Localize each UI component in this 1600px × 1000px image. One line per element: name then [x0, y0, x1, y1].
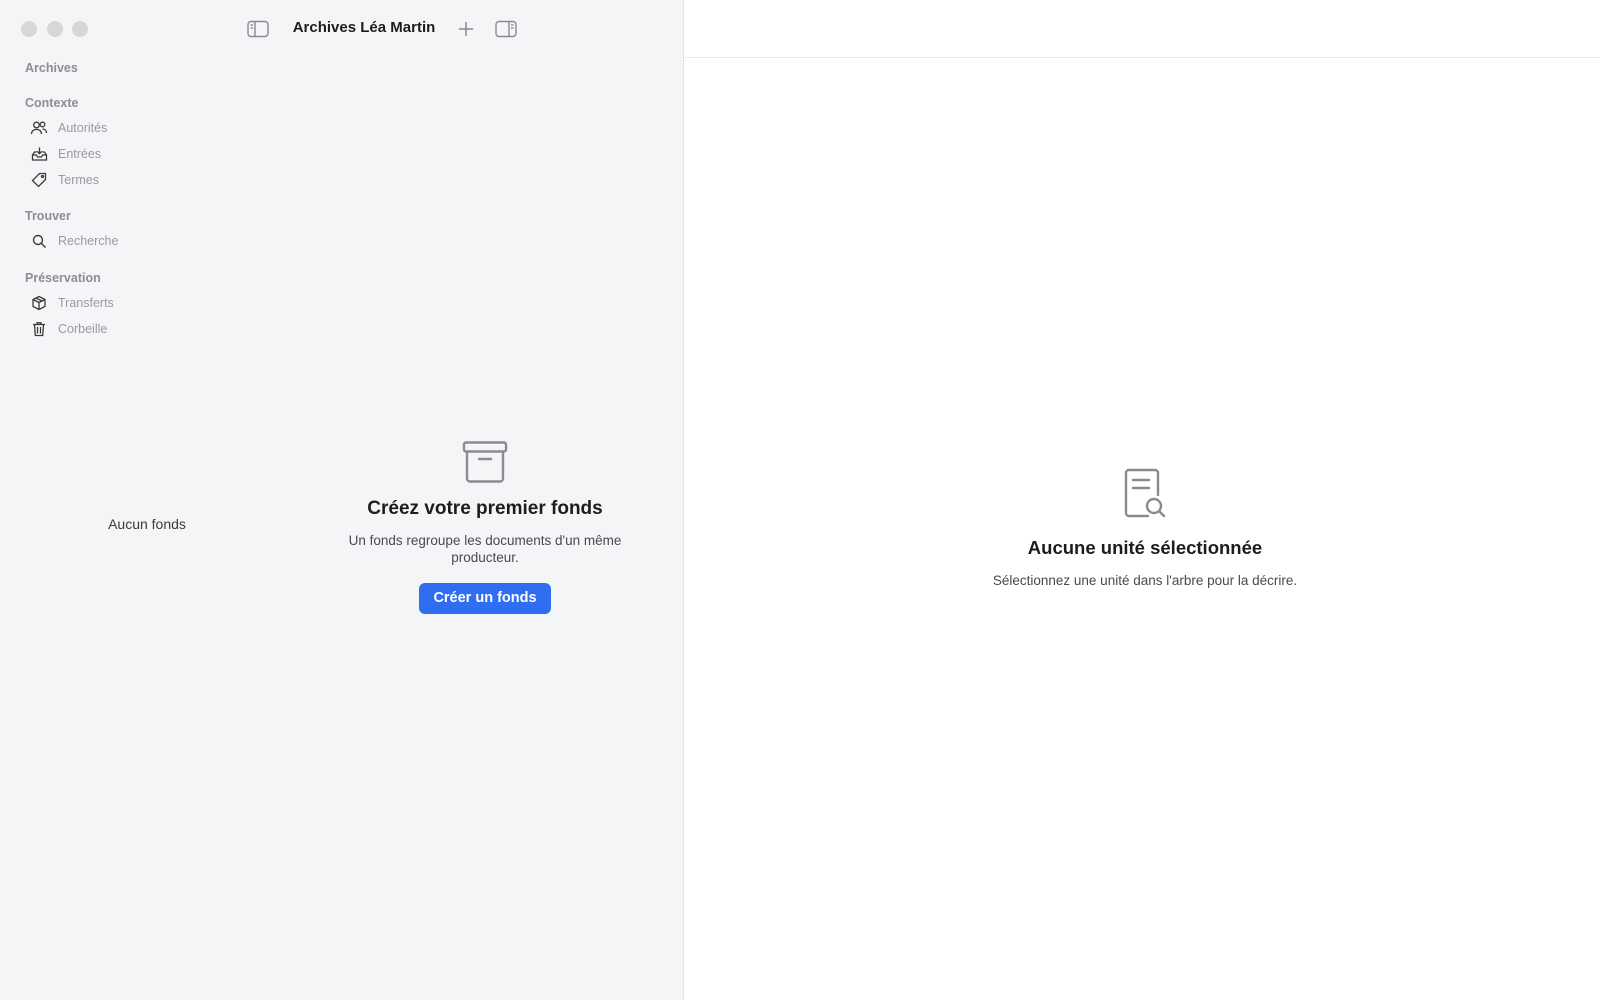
create-fonds-title: Créez votre premier fonds	[367, 498, 603, 519]
sidebar-item-label: Transferts	[58, 296, 114, 310]
close-window-button[interactable]	[21, 21, 37, 37]
section-title-trouver: Trouver	[25, 209, 71, 223]
search-icon	[26, 229, 52, 253]
sidebar-item-autorites[interactable]: Autorités	[26, 116, 216, 140]
sidebar-item-label: Corbeille	[58, 322, 108, 336]
inspector-toggle-icon[interactable]	[494, 18, 518, 40]
users-icon	[26, 116, 52, 140]
left-pane: Archives Léa Martin Archives Contexte Au…	[0, 0, 684, 1000]
create-fonds-description: Un fonds regroupe les documents d'un mêm…	[348, 533, 622, 565]
package-icon	[26, 291, 52, 315]
zoom-window-button[interactable]	[72, 21, 88, 37]
detail-toolbar	[685, 0, 1600, 58]
sidebar-item-label: Entrées	[58, 147, 102, 161]
detail-pane: Aucune unité sélectionnée Sélectionnez u…	[685, 0, 1600, 1000]
sidebar-item-termes[interactable]: Termes	[26, 168, 216, 192]
app-window: Archives Léa Martin Archives Contexte Au…	[0, 0, 1600, 1000]
section-title-preservation: Préservation	[25, 271, 101, 285]
sidebar-item-label: Termes	[58, 173, 99, 187]
minimize-window-button[interactable]	[47, 21, 63, 37]
detail-empty-description: Sélectionnez une unité dans l'arbre pour…	[992, 573, 1298, 588]
sidebar-toggle-icon[interactable]	[246, 18, 270, 40]
detail-empty-state: Aucune unité sélectionnée Sélectionnez u…	[935, 468, 1355, 588]
add-icon[interactable]	[454, 18, 478, 40]
window-title: Archives Léa Martin	[292, 19, 436, 36]
document-search-icon	[1122, 468, 1168, 520]
sidebar-item-transferts[interactable]: Transferts	[26, 291, 216, 315]
sidebar-item-label: Autorités	[58, 121, 108, 135]
create-fonds-panel: Créez votre premier fonds Un fonds regro…	[330, 440, 640, 614]
trash-icon	[26, 317, 52, 341]
sidebar-item-corbeille[interactable]: Corbeille	[26, 317, 216, 341]
create-fonds-button[interactable]: Créer un fonds	[419, 583, 551, 614]
archive-box-icon	[461, 440, 509, 484]
fonds-empty-label: Aucun fonds	[108, 516, 186, 532]
inbox-tray-icon	[26, 142, 52, 166]
sidebar-root-archives[interactable]: Archives	[25, 61, 78, 75]
sidebar-item-label: Recherche	[58, 234, 119, 248]
sidebar-item-entrees[interactable]: Entrées	[26, 142, 216, 166]
tag-icon	[26, 168, 52, 192]
section-title-contexte: Contexte	[25, 96, 79, 110]
sidebar-item-recherche[interactable]: Recherche	[26, 229, 216, 253]
detail-empty-title: Aucune unité sélectionnée	[1027, 537, 1263, 558]
